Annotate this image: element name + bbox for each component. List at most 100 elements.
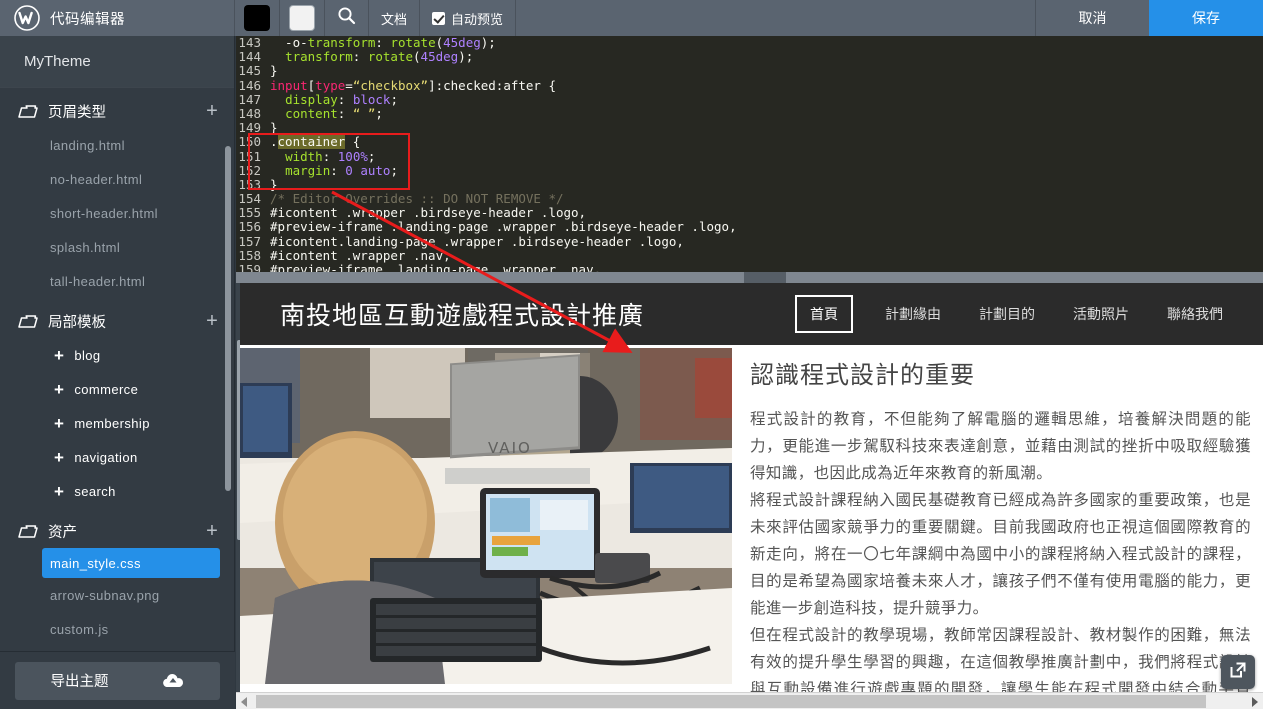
tree-partial-label: membership — [74, 415, 150, 431]
code-line[interactable]: 144 transform: rotate(45deg); — [236, 49, 1263, 65]
code-line[interactable]: 151 width: 100%; — [236, 148, 1263, 164]
code-line[interactable]: 150 .container { — [236, 134, 1263, 150]
code-line[interactable]: 156 #preview-iframe .landing-page .wrappe… — [236, 220, 1263, 234]
tree-partial-membership[interactable]: + membership — [0, 406, 234, 440]
line-number: 157 — [238, 233, 261, 249]
nav-item-plan-origin[interactable]: 計劃緣由 — [879, 300, 947, 328]
code-line[interactable]: 147 display: block; — [236, 91, 1263, 107]
article-paragraph: 程式設計的教育，不但能夠了解電腦的邏輯思維，培養解決問題的能力，更能進一步駕馭科… — [750, 410, 1251, 482]
site-nav: 首頁 計劃緣由 計劃目的 活動照片 聯絡我們 — [795, 295, 1229, 333]
tree-file-custom-js[interactable]: custom.js — [0, 612, 234, 646]
auto-preview-toggle[interactable]: 自动预览 — [420, 0, 517, 36]
code-token: margin — [285, 162, 331, 178]
add-header-type-button[interactable]: + — [204, 101, 220, 121]
code-line[interactable]: 146 input[type=“checkbox”]:checked:after … — [236, 77, 1263, 93]
tree-file-short-header-html[interactable]: short-header.html — [0, 196, 234, 230]
theme-name-label: MyTheme — [0, 36, 234, 88]
tree-file-landing-html[interactable]: landing.html — [0, 128, 234, 162]
tree-file-main-style-css[interactable]: main_style.css — [42, 548, 220, 578]
code-token: #icontent.landing-page .wrapper .birdsey… — [270, 233, 684, 249]
nav-item-contact-us[interactable]: 聯絡我們 — [1161, 300, 1229, 328]
tree-group-header-types[interactable]: 页眉类型 + — [0, 94, 234, 128]
tree-partial-navigation[interactable]: + navigation — [0, 440, 234, 474]
code-line[interactable]: 158 #icontent .wrapper .nav, — [236, 247, 1263, 263]
line-number: 150 — [238, 134, 261, 150]
editor-horizontal-scrollbar[interactable] — [236, 272, 1263, 283]
docs-button[interactable]: 文档 — [369, 0, 421, 36]
expand-preview-button[interactable] — [1221, 655, 1255, 689]
tree-partial-commerce[interactable]: + commerce — [0, 372, 234, 406]
code-token: ; — [367, 148, 376, 164]
weebly-w-logo-icon — [14, 5, 40, 31]
tree-group-assets[interactable]: 资产 + — [0, 514, 234, 548]
line-text: .container { — [270, 134, 361, 150]
code-token: { — [345, 134, 361, 150]
code-line[interactable]: 155 #icontent .wrapper .birdseye-header .… — [236, 206, 1263, 220]
color-swatch-white-button[interactable] — [280, 0, 325, 36]
code-token: ( — [413, 49, 421, 65]
search-button[interactable] — [325, 0, 369, 36]
code-token: } — [270, 63, 278, 79]
article-heading: 認識程式設計的重要 — [750, 361, 975, 389]
color-swatch-black-button[interactable] — [235, 0, 280, 36]
code-token: ); — [458, 49, 474, 65]
code-line[interactable]: 154 /* Editor Overrides :: DO NOT REMOVE … — [236, 191, 1263, 206]
code-token: ; — [390, 91, 398, 107]
line-number: 158 — [238, 247, 261, 263]
code-editor-pane[interactable]: 143 -o-transform: rotate(45deg); 144 tran… — [236, 36, 1263, 272]
editor-scrollbar-thumb[interactable] — [744, 272, 786, 283]
code-line[interactable]: 153} — [236, 177, 1263, 192]
tree-file-no-header-html[interactable]: no-header.html — [0, 162, 234, 196]
code-line[interactable]: 157 #icontent.landing-page .wrapper .bird… — [236, 233, 1263, 249]
plus-icon: + — [54, 481, 65, 501]
line-number: 146 — [238, 77, 261, 93]
code-token: : — [337, 105, 353, 121]
code-line[interactable]: 152 margin: 0 auto; — [236, 162, 1263, 178]
nav-item-event-photos[interactable]: 活動照片 — [1067, 300, 1135, 328]
add-asset-button[interactable]: + — [204, 521, 220, 541]
classroom-photo: VAIO — [240, 348, 732, 684]
export-theme-button[interactable]: 导出主题 — [15, 661, 220, 700]
tree-group-partials[interactable]: 局部模板 + — [0, 304, 234, 338]
line-number: 149 — [238, 120, 261, 136]
scroll-left-arrow-icon[interactable] — [241, 697, 247, 707]
line-text: width: 100%; — [270, 148, 376, 164]
tree-partial-search[interactable]: + search — [0, 474, 234, 508]
line-text: } — [270, 64, 278, 78]
plus-icon: + — [54, 379, 65, 399]
add-partial-button[interactable]: + — [204, 311, 220, 331]
cancel-button[interactable]: 取消 — [1035, 0, 1149, 36]
code-line[interactable]: 159 #preview-iframe .landing-page .wrappe… — [236, 262, 1263, 272]
tree-file-arrow-subnav-png[interactable]: arrow-subnav.png — [0, 578, 234, 612]
nav-item-home[interactable]: 首頁 — [795, 295, 853, 333]
article-paragraph: 將程式設計課程納入國民基礎教育已經成為許多國家的重要政策，也是未來評估國家競爭力… — [750, 491, 1251, 617]
code-line[interactable]: 149} — [236, 120, 1263, 136]
tree-file-splash-html[interactable]: splash.html — [0, 230, 234, 264]
sidebar-scrollbar-thumb[interactable] — [225, 146, 231, 491]
nav-item-plan-purpose[interactable]: 計劃目的 — [973, 300, 1041, 328]
sidebar: MyTheme 页眉类型 + landing.html no-header.ht… — [0, 36, 235, 709]
code-token: transform — [285, 49, 353, 65]
line-number: 156 — [238, 219, 261, 235]
tree-file-tall-header-html[interactable]: tall-header.html — [0, 264, 234, 298]
save-button[interactable]: 保存 — [1149, 0, 1263, 36]
line-text: -o-transform: rotate(45deg); — [270, 36, 496, 50]
line-text: #icontent.landing-page .wrapper .birdsey… — [270, 233, 684, 249]
code-token: : — [375, 36, 391, 50]
article-column: 認識程式設計的重要 程式設計的教育，不但能夠了解電腦的邏輯思維，培養解決問題的能… — [736, 345, 1263, 709]
line-number: 159 — [238, 262, 261, 272]
line-number: 148 — [238, 105, 261, 121]
code-line[interactable]: 143 -o-transform: rotate(45deg); — [236, 36, 1263, 50]
code-line[interactable]: 148 content: “ ”; — [236, 105, 1263, 121]
auto-preview-checkbox-icon[interactable] — [432, 11, 446, 25]
tree-partial-blog[interactable]: + blog — [0, 338, 234, 372]
scroll-right-arrow-icon[interactable] — [1252, 697, 1258, 707]
folder-icon — [18, 104, 38, 119]
code-line[interactable]: 145} — [236, 64, 1263, 78]
preview-hscrollbar-thumb[interactable] — [256, 695, 1206, 708]
preview-horizontal-scrollbar[interactable] — [236, 692, 1263, 709]
white-swatch-icon — [289, 5, 315, 31]
